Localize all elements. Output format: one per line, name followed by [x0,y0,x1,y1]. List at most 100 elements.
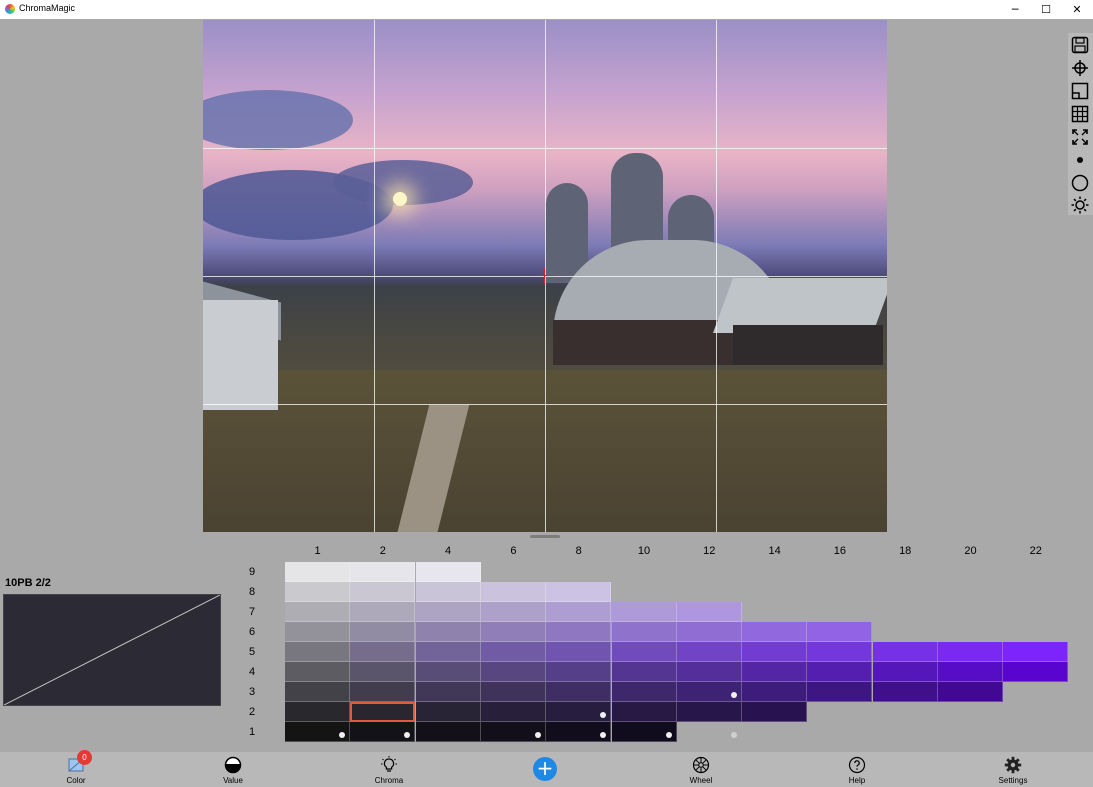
nav-color[interactable]: 0 Color [31,750,121,787]
fullscreen-icon[interactable] [1070,127,1090,147]
munsell-cell[interactable] [611,682,677,702]
munsell-cell[interactable] [742,642,808,662]
munsell-cell[interactable] [285,582,350,602]
munsell-cell[interactable] [742,622,808,642]
munsell-cell[interactable] [1003,662,1069,682]
nav-help-label: Help [848,776,866,785]
munsell-cell[interactable] [350,582,416,602]
frame-icon[interactable] [1070,81,1090,101]
munsell-cell[interactable] [611,602,677,622]
gear-icon [1004,756,1022,774]
munsell-cell[interactable] [872,682,938,702]
grid-icon[interactable] [1070,104,1090,124]
munsell-cell[interactable] [546,642,612,662]
help-icon [848,756,866,774]
munsell-cell[interactable] [285,662,350,682]
munsell-cell[interactable] [676,702,742,722]
bottom-nav: 0 Color Value Chroma + Wheel Help Settin… [0,750,1093,787]
munsell-cell[interactable] [611,662,677,682]
munsell-cell[interactable] [480,702,546,722]
munsell-cell[interactable] [415,682,481,702]
minimize-button[interactable]: ─ [1000,0,1030,19]
munsell-cell[interactable] [480,682,546,702]
add-button[interactable]: + [533,757,557,781]
munsell-cell[interactable] [742,682,808,702]
munsell-cell[interactable] [807,662,873,682]
color-notation-label: 10PB 2/2 [5,577,51,589]
munsell-cell[interactable] [415,582,481,602]
photo-canvas[interactable] [203,20,887,532]
munsell-cell[interactable] [480,642,546,662]
munsell-cell[interactable] [415,602,481,622]
grid-line [203,404,887,405]
nav-wheel[interactable]: Wheel [656,752,746,787]
munsell-cell[interactable] [285,702,350,722]
munsell-cell[interactable] [480,622,546,642]
munsell-cell[interactable] [807,642,873,662]
munsell-cell[interactable] [938,662,1003,682]
nav-chroma[interactable]: Chroma [344,752,434,787]
munsell-cell[interactable] [872,662,938,682]
sample-dot [665,732,672,738]
munsell-cell[interactable] [546,622,612,642]
munsell-cell[interactable] [611,622,677,642]
munsell-cell[interactable] [676,642,742,662]
resize-handle[interactable] [530,535,560,538]
munsell-cell[interactable] [480,602,546,622]
munsell-cell[interactable] [546,602,612,622]
dot-icon[interactable] [1070,150,1090,170]
brightness-icon[interactable] [1070,195,1090,215]
munsell-cell[interactable] [807,622,873,642]
munsell-cell[interactable] [611,702,677,722]
munsell-cell[interactable] [350,602,416,622]
crosshair-icon[interactable] [1070,58,1090,78]
munsell-cell[interactable] [415,562,481,582]
munsell-cell[interactable] [676,602,742,622]
munsell-cell[interactable] [872,642,938,662]
munsell-cell[interactable] [546,682,612,702]
munsell-cell[interactable] [350,562,416,582]
munsell-cell[interactable] [350,642,416,662]
nav-value[interactable]: Value [188,752,278,787]
munsell-cell[interactable] [285,562,350,582]
munsell-cell[interactable] [285,602,350,622]
value-icon [224,756,242,774]
munsell-cell[interactable] [415,702,481,722]
nav-settings[interactable]: Settings [968,752,1058,787]
munsell-cell[interactable] [415,662,481,682]
munsell-cell[interactable] [480,662,546,682]
nav-value-label: Value [223,776,243,785]
munsell-cell[interactable] [285,622,350,642]
maximize-button[interactable]: ☐ [1031,0,1061,19]
munsell-cell[interactable] [350,682,416,702]
nav-help[interactable]: Help [812,752,902,787]
munsell-cell[interactable] [1003,642,1069,662]
munsell-cell[interactable] [546,582,612,602]
munsell-cell[interactable] [676,662,742,682]
value-row-label: 5 [248,646,256,658]
munsell-cell[interactable] [415,642,481,662]
circle-icon[interactable] [1070,173,1090,193]
munsell-cell[interactable] [742,702,808,722]
munsell-cell[interactable] [480,582,546,602]
munsell-cell-selected[interactable] [350,702,416,722]
munsell-cell[interactable] [546,662,612,682]
save-icon[interactable] [1070,35,1090,55]
close-button[interactable]: ✕ [1062,0,1092,19]
munsell-cell[interactable] [285,682,350,702]
munsell-cell[interactable] [742,662,808,682]
munsell-cell[interactable] [285,642,350,662]
sample-dot [339,732,345,738]
munsell-cell[interactable] [807,682,873,702]
munsell-cell[interactable] [350,622,416,642]
value-row-label: 4 [248,666,256,678]
value-row-label: 1 [248,726,256,738]
munsell-cell[interactable] [676,622,742,642]
munsell-cell[interactable] [415,722,481,742]
munsell-cell[interactable] [415,622,481,642]
munsell-cell[interactable] [350,662,416,682]
sample-dot [730,692,737,698]
munsell-cell[interactable] [938,642,1003,662]
munsell-cell[interactable] [938,682,1003,702]
munsell-cell[interactable] [611,642,677,662]
